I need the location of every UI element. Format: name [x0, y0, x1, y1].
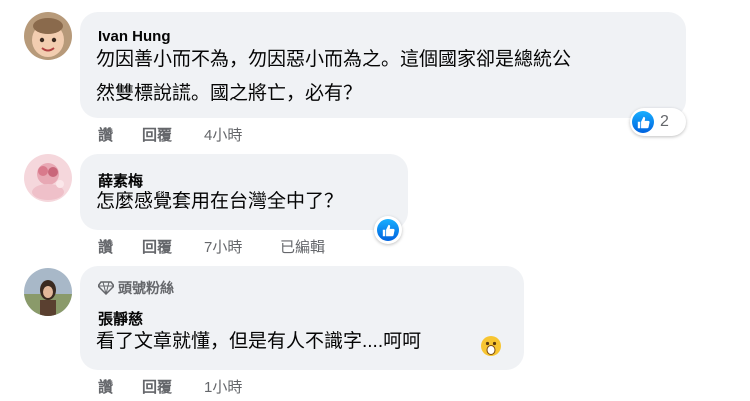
avatar[interactable]	[24, 268, 72, 316]
timestamp[interactable]: 4小時	[204, 124, 242, 145]
like-button[interactable]: 讚	[98, 124, 113, 145]
comment-text: 看了文章就懂，但是有人不識字....呵呵	[96, 331, 422, 352]
comment-actions: 讚 回覆 1小時	[98, 376, 398, 396]
like-icon	[632, 111, 654, 133]
comment-author[interactable]: Ivan Hung	[98, 28, 171, 45]
reply-button[interactable]: 回覆	[142, 236, 172, 257]
comment-text-line-1: 勿因善小而不為，勿因惡小而為之。這個國家卻是總統公	[96, 49, 572, 70]
badge-label: 頭號粉絲	[118, 280, 174, 296]
comment-actions: 讚 回覆 7小時 已編輯	[98, 236, 398, 256]
comment-actions: 讚 回覆 4小時	[98, 124, 398, 144]
avatar[interactable]	[24, 154, 72, 202]
timestamp[interactable]: 7小時	[204, 236, 242, 257]
timestamp[interactable]: 1小時	[204, 376, 242, 397]
comment-text: 怎麼感覺套用在台灣全中了？	[96, 191, 344, 212]
top-fan-badge[interactable]: 頭號粉絲	[97, 278, 174, 298]
reply-button[interactable]: 回覆	[142, 124, 172, 145]
reaction-summary[interactable]: 2	[630, 108, 686, 136]
like-button[interactable]: 讚	[98, 376, 113, 397]
comment-text-line-2: 然雙標說謊。國之將亡，必有？	[96, 83, 363, 104]
reply-button[interactable]: 回覆	[142, 376, 172, 397]
avatar[interactable]	[24, 12, 72, 60]
diamond-icon	[97, 281, 115, 296]
like-button[interactable]: 讚	[98, 236, 113, 257]
edited-label[interactable]: 已編輯	[280, 236, 325, 257]
shocked-face-emoji	[480, 335, 502, 357]
reaction-count: 2	[660, 113, 669, 130]
